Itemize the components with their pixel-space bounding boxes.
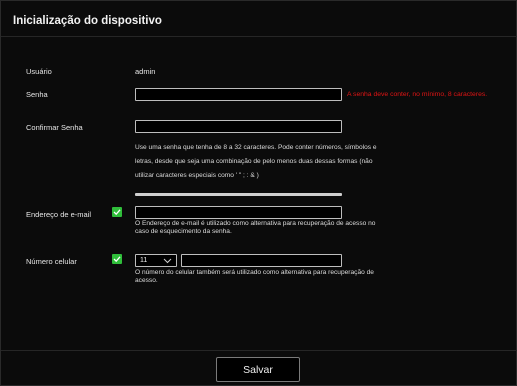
password-hint: Use uma senha que tenha de 8 a 32 caract…	[135, 141, 425, 183]
checkmark-icon	[113, 256, 121, 263]
phone-checkbox[interactable]	[112, 254, 122, 264]
email-input[interactable]	[135, 206, 342, 219]
device-init-dialog: Inicialização do dispositivo Usuário adm…	[0, 0, 517, 386]
password-hint-line: Use uma senha que tenha de 8 a 32 caract…	[135, 144, 377, 151]
phone-hint-line: O número do celular também será utilizad…	[135, 269, 374, 276]
country-code-value: 11	[140, 257, 148, 264]
page-title: Inicialização do dispositivo	[13, 15, 162, 27]
country-code-select[interactable]: 11	[135, 254, 177, 267]
dialog-header: Inicialização do dispositivo	[1, 1, 517, 37]
checkmark-icon	[113, 209, 121, 216]
confirm-password-input[interactable]	[135, 120, 342, 133]
email-checkbox[interactable]	[112, 207, 122, 217]
password-input[interactable]	[135, 88, 342, 101]
phone-hint: O número do celular também será utilizad…	[135, 269, 435, 285]
password-hint-line: utilizar caracteres especiais como ' " ;…	[135, 172, 259, 179]
footer-divider	[1, 350, 517, 351]
phone-label: Número celular	[26, 257, 77, 266]
save-button[interactable]: Salvar	[216, 357, 300, 382]
password-hint-line: letras, desde que seja uma combinação de…	[135, 158, 373, 165]
email-hint-line: caso de esquecimento da senha.	[135, 228, 232, 235]
password-strength-bar	[135, 193, 342, 196]
password-error: A senha deve conter, no mínimo, 8 caract…	[347, 91, 488, 98]
phone-hint-line: acesso.	[135, 277, 158, 284]
email-hint-line: O Endereço de e-mail é utilizado como al…	[135, 220, 376, 227]
confirm-password-label: Confirmar Senha	[26, 123, 83, 132]
chevron-down-icon	[163, 258, 172, 264]
email-label: Endereço de e-mail	[26, 210, 92, 219]
user-label: Usuário	[26, 67, 52, 76]
password-label: Senha	[26, 90, 48, 99]
email-hint: O Endereço de e-mail é utilizado como al…	[135, 220, 435, 236]
phone-input[interactable]	[181, 254, 342, 267]
user-value: admin	[135, 67, 156, 76]
